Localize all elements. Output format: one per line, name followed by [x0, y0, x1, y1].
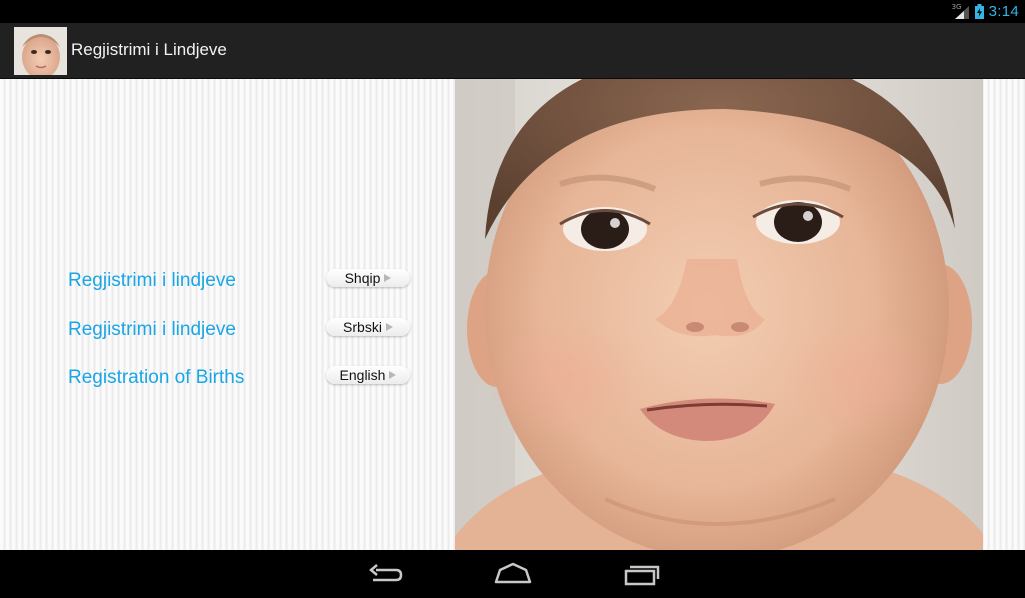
navigation-bar	[0, 550, 1025, 598]
recent-apps-icon[interactable]	[621, 560, 661, 588]
battery-icon	[974, 4, 984, 19]
language-title[interactable]: Registration of Births	[68, 367, 244, 389]
action-bar: Regjistrimi i Lindjeve	[0, 23, 1025, 79]
language-title[interactable]: Regjistrimi i lindjeve	[68, 319, 236, 341]
baby-photo	[455, 79, 983, 550]
app-title: Regjistrimi i Lindjeve	[71, 40, 227, 59]
status-bar: 3G 3:14	[0, 0, 1025, 23]
arrow-right-icon	[389, 371, 397, 379]
english-button[interactable]: English	[326, 366, 410, 384]
language-row-srbski: Regjistrimi i lindjeve Srbski	[68, 318, 413, 341]
language-row-shqip: Regjistrimi i lindjeve Shqip	[68, 269, 413, 292]
button-label: Shqip	[344, 270, 381, 286]
shqip-button[interactable]: Shqip	[326, 269, 410, 287]
back-icon[interactable]	[365, 560, 405, 588]
arrow-right-icon	[384, 274, 392, 282]
clock: 3:14	[988, 3, 1019, 20]
button-label: English	[339, 367, 386, 383]
language-title[interactable]: Regjistrimi i lindjeve	[68, 270, 236, 292]
main-content: Regjistrimi i lindjeve Shqip Regjistrimi…	[0, 79, 1025, 550]
signal-icon: 3G	[952, 3, 970, 20]
status-icons: 3G 3:14	[952, 0, 1019, 23]
language-row-english: Registration of Births English	[68, 366, 413, 389]
arrow-right-icon	[385, 323, 393, 331]
baby-photo-icon[interactable]	[14, 27, 67, 75]
button-label: Srbski	[343, 319, 382, 335]
srbski-button[interactable]: Srbski	[326, 318, 410, 336]
home-icon[interactable]	[493, 560, 533, 588]
